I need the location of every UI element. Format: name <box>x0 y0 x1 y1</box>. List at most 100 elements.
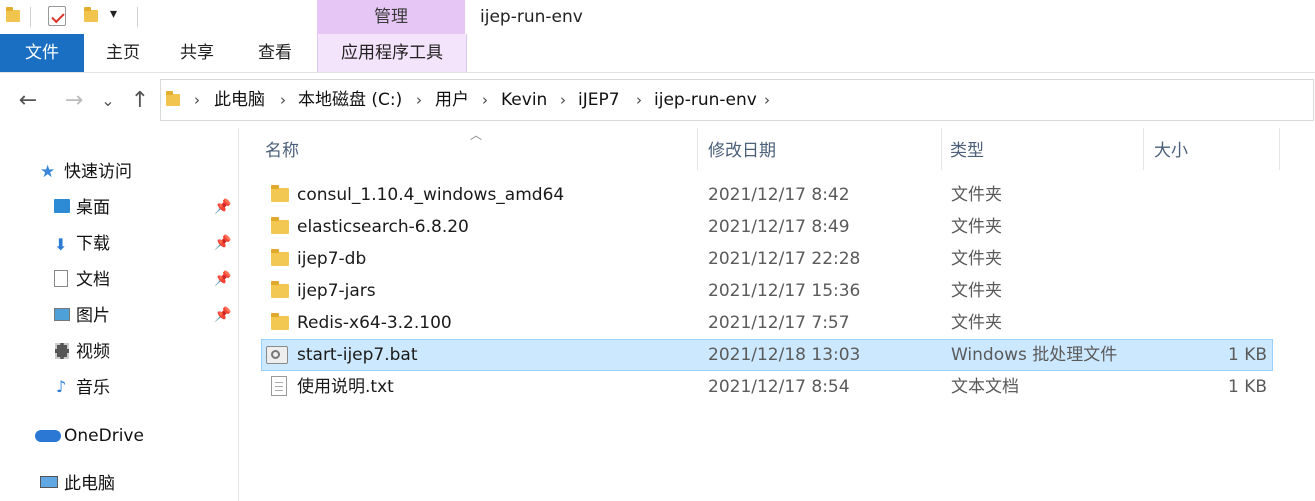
window-title: ijep-run-env <box>480 7 583 27</box>
file-size: 1 KB <box>1227 345 1267 365</box>
music-icon: ♪ <box>56 377 67 396</box>
title-bar <box>0 0 1315 34</box>
file-name: consul_1.10.4_windows_amd64 <box>297 185 565 205</box>
file-row-selected[interactable]: start-ijep7.bat 2021/12/18 13:03 Windows… <box>261 339 1273 371</box>
breadcrumb-ijep-run-env[interactable]: ijep-run-env <box>654 88 757 112</box>
column-header-name[interactable]: 名称 <box>265 138 299 164</box>
breadcrumb-local-disk[interactable]: 本地磁盘 (C:) <box>298 88 402 112</box>
manage-tab-header: 管理 <box>317 0 465 34</box>
customize-toolbar-dropdown-icon[interactable]: ▾ <box>110 6 117 22</box>
folder-icon <box>271 217 289 234</box>
toolbar-divider <box>137 7 138 27</box>
nav-this-pc[interactable]: 此电脑 <box>64 469 115 499</box>
back-button[interactable]: ← <box>14 86 42 116</box>
file-row[interactable]: ijep7-db 2021/12/17 22:28 文件夹 <box>261 243 1273 275</box>
toolbar-divider <box>30 7 31 27</box>
nav-onedrive[interactable]: OneDrive <box>64 421 144 451</box>
breadcrumb-ijep7[interactable]: iJEP7 <box>578 88 620 112</box>
file-type: 文件夹 <box>951 249 1002 269</box>
nav-quick-access[interactable]: 快速访问 <box>64 157 132 187</box>
file-name: start-ijep7.bat <box>297 345 418 365</box>
file-size: 1 KB <box>1227 377 1267 397</box>
onedrive-cloud-icon <box>35 430 61 442</box>
tab-view[interactable]: 查看 <box>244 34 306 72</box>
nav-item-pictures[interactable]: 图片 <box>76 301 110 331</box>
nav-item-videos[interactable]: 视频 <box>76 337 110 367</box>
chevron-right-icon[interactable]: › <box>636 88 642 112</box>
file-row[interactable]: ijep7-jars 2021/12/17 15:36 文件夹 <box>261 275 1273 307</box>
folder-icon <box>271 249 289 266</box>
file-date: 2021/12/17 22:28 <box>708 249 861 269</box>
file-date: 2021/12/17 15:36 <box>708 281 861 301</box>
file-date: 2021/12/17 8:54 <box>708 377 850 397</box>
tab-application-tools[interactable]: 应用程序工具 <box>317 34 467 72</box>
videos-icon <box>55 343 69 359</box>
file-row[interactable]: Redis-x64-3.2.100 2021/12/17 7:57 文件夹 <box>261 307 1273 339</box>
folder-icon <box>271 281 289 298</box>
file-name: ijep7-jars <box>297 281 376 301</box>
properties-icon[interactable] <box>48 6 66 26</box>
new-folder-icon[interactable] <box>84 7 98 22</box>
file-type: 文件夹 <box>951 313 1002 333</box>
nav-item-music[interactable]: 音乐 <box>76 373 110 403</box>
recent-locations-button[interactable]: ⌄ <box>98 86 118 116</box>
file-date: 2021/12/18 13:03 <box>708 345 861 365</box>
desktop-icon <box>54 199 70 213</box>
column-header-type[interactable]: 类型 <box>950 138 984 164</box>
documents-icon <box>54 270 68 287</box>
forward-button[interactable]: → <box>60 86 88 116</box>
folder-icon <box>271 185 289 202</box>
column-header-size[interactable]: 大小 <box>1154 138 1188 164</box>
breadcrumb-kevin[interactable]: Kevin <box>501 88 547 112</box>
chevron-right-icon[interactable]: › <box>280 88 286 112</box>
chevron-right-icon[interactable]: › <box>560 88 566 112</box>
file-date: 2021/12/17 7:57 <box>708 313 850 333</box>
folder-icon <box>166 91 180 106</box>
folder-icon <box>271 313 289 330</box>
breadcrumb-this-pc[interactable]: 此电脑 <box>214 88 265 112</box>
tab-home[interactable]: 主页 <box>92 34 154 72</box>
pictures-icon <box>54 308 70 321</box>
file-name: elasticsearch-6.8.20 <box>297 217 469 237</box>
sort-ascending-icon: ︿ <box>470 128 483 142</box>
file-name: 使用说明.txt <box>297 377 394 397</box>
file-date: 2021/12/17 8:49 <box>708 217 850 237</box>
file-type: 文件夹 <box>951 185 1002 205</box>
text-file-icon <box>271 376 287 396</box>
up-button[interactable]: ↑ <box>126 86 154 116</box>
file-row[interactable]: consul_1.10.4_windows_amd64 2021/12/17 8… <box>261 179 1273 211</box>
chevron-right-icon[interactable]: › <box>194 88 200 112</box>
file-date: 2021/12/17 8:42 <box>708 185 850 205</box>
nav-item-documents[interactable]: 文档 <box>76 265 110 295</box>
star-icon: ★ <box>40 162 56 182</box>
pin-icon[interactable]: 📌 <box>214 199 231 215</box>
computer-icon <box>40 476 58 488</box>
column-divider[interactable] <box>1143 128 1144 170</box>
column-divider[interactable] <box>697 128 698 170</box>
file-type: 文件夹 <box>951 217 1002 237</box>
breadcrumb-users[interactable]: 用户 <box>435 88 469 112</box>
download-icon: ⬇ <box>54 235 68 254</box>
file-name: ijep7-db <box>297 249 367 269</box>
column-divider[interactable] <box>1279 128 1280 170</box>
tab-file[interactable]: 文件 <box>0 34 84 72</box>
column-divider[interactable] <box>941 128 942 170</box>
file-row[interactable]: 使用说明.txt 2021/12/17 8:54 文本文档 1 KB <box>261 371 1273 403</box>
file-type: 文件夹 <box>951 281 1002 301</box>
pin-icon[interactable]: 📌 <box>214 307 231 323</box>
file-row[interactable]: elasticsearch-6.8.20 2021/12/17 8:49 文件夹 <box>261 211 1273 243</box>
chevron-right-icon[interactable]: › <box>416 88 422 112</box>
column-header-date[interactable]: 修改日期 <box>708 138 776 164</box>
batch-file-icon <box>266 346 288 364</box>
file-type: 文本文档 <box>951 377 1019 397</box>
chevron-right-icon[interactable]: › <box>764 88 770 112</box>
pin-icon[interactable]: 📌 <box>214 235 231 251</box>
file-name: Redis-x64-3.2.100 <box>297 313 452 333</box>
file-type: Windows 批处理文件 <box>951 345 1118 365</box>
nav-item-downloads[interactable]: 下载 <box>76 229 110 259</box>
nav-item-desktop[interactable]: 桌面 <box>76 193 110 223</box>
chevron-right-icon[interactable]: › <box>482 88 488 112</box>
folder-icon[interactable] <box>6 7 20 22</box>
pin-icon[interactable]: 📌 <box>214 271 231 287</box>
tab-share[interactable]: 共享 <box>166 34 228 72</box>
